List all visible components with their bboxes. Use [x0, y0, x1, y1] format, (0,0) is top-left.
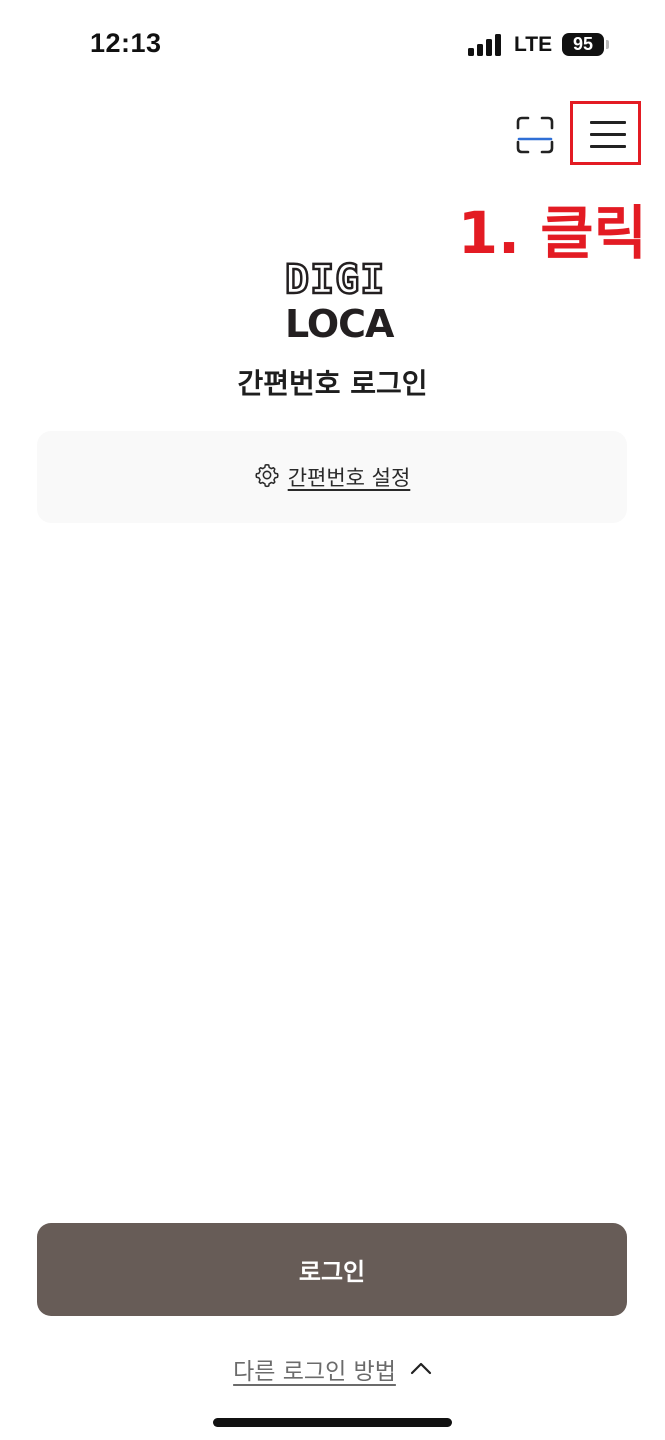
digiloca-logo: DIGI LOCA — [284, 257, 395, 348]
hamburger-menu-icon[interactable] — [590, 119, 626, 149]
page-title: 간편번호 로그인 — [237, 367, 428, 400]
battery-level: 95 — [572, 34, 594, 54]
login-button[interactable]: 로그인 — [37, 1223, 627, 1316]
status-bar: 12:13 LTE 95 — [0, 0, 665, 90]
qr-scan-icon[interactable] — [516, 116, 554, 154]
battery-tip — [606, 40, 609, 49]
logo-line-1: DIGI — [284, 257, 386, 304]
home-indicator — [213, 1418, 452, 1427]
chevron-up-icon — [410, 1360, 432, 1379]
other-login-methods[interactable]: 다른 로그인 방법 — [0, 1352, 665, 1386]
signal-icon — [468, 34, 504, 56]
battery-icon: 95 — [562, 33, 604, 56]
logo-line-2: LOCA — [285, 302, 394, 346]
pin-settings-label: 간편번호 설정 — [287, 466, 411, 490]
gear-icon — [254, 462, 280, 492]
status-time: 12:13 — [90, 28, 162, 58]
pin-settings-link[interactable]: 간편번호 설정 — [37, 431, 627, 523]
network-type: LTE — [514, 33, 553, 56]
pin-settings-panel: 간편번호 설정 — [37, 431, 627, 523]
click-annotation: 1. 클릭 — [457, 199, 647, 267]
other-login-label: 다른 로그인 방법 — [233, 1359, 396, 1385]
